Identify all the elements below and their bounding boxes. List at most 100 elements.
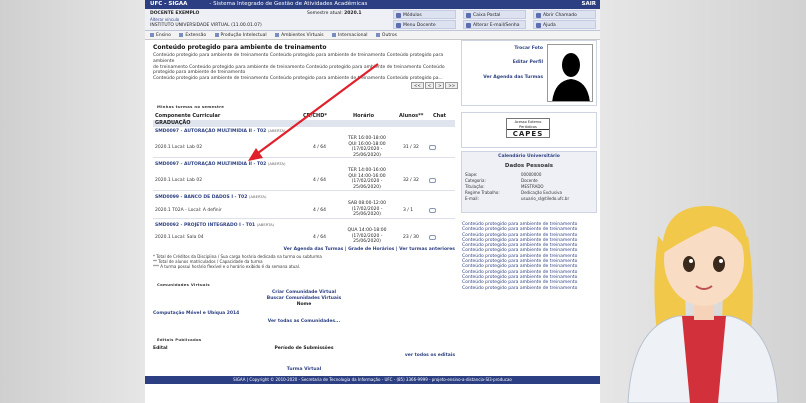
- tab-ambientes[interactable]: Ambientes Virtuais: [275, 33, 324, 38]
- community-col-name: Nome: [296, 302, 312, 307]
- row-divider: [153, 190, 455, 191]
- search-community-link[interactable]: Buscar Comunidades Virtuais: [153, 296, 455, 301]
- main-menu: Ensino Extensão Produção Intelectual Amb…: [145, 31, 600, 40]
- table-row: SMD0099 - BANCO DE DADOS I - T02 (ABERTA…: [153, 194, 455, 217]
- turmas-header: Componente Curricular CR/CHD* Horário Al…: [153, 113, 455, 120]
- data-value: MESTRADO: [521, 184, 544, 189]
- user-info-bar: DOCENTE EXEMPLO Alterar vínculo INSTITUT…: [145, 9, 600, 31]
- table-row: SMD0092 - PROJETO INTEGRADO I - T01 (ABE…: [153, 222, 455, 245]
- pager-next[interactable]: >: [435, 82, 445, 89]
- course-schedule: TER 16:00-18:00 QUI 16:00-18:00 (17/02/2…: [339, 136, 395, 158]
- data-key: Titulação:: [465, 184, 485, 189]
- data-value: Docente: [521, 178, 538, 183]
- data-value: 00000000: [521, 172, 542, 177]
- data-key: Regime Trabalho:: [465, 190, 500, 195]
- system-subtitle: - Sistema Integrado de Gestão de Ativida…: [209, 1, 368, 7]
- table-row: SMD0097 - AUTORAÇÃO MULTIMIDIA II - T02 …: [153, 161, 455, 190]
- course-title[interactable]: SMD0092 - PROJETO INTEGRADO I - T01: [155, 223, 255, 228]
- all-editais-link[interactable]: ver todos os editais: [153, 353, 455, 358]
- notice-line: Conteúdo protegido para ambiente de trei…: [153, 53, 444, 64]
- capes-logo[interactable]: Acesso Externo Periódicos CAPES: [506, 118, 550, 138]
- semester-info: Semestre atual: 2020.1: [307, 11, 362, 16]
- data-row: E-mail: usuario_sI@tiledo.ufc.br: [465, 196, 595, 202]
- tab-producao[interactable]: Produção Intelectual: [215, 33, 267, 38]
- row-divider: [153, 218, 455, 219]
- col-alunos: Alunos**: [399, 113, 424, 119]
- data-key: E-mail:: [465, 196, 479, 201]
- sigaa-page: UFC - SIGAA - Sistema Integrado de Gestã…: [145, 0, 600, 403]
- course-schedule: TER 14:00-16:00 QUI 14:00-16:00 (17/02/2…: [339, 168, 395, 190]
- notice-line: de treinamento Conteúdo protegido para a…: [153, 64, 445, 76]
- chat-icon[interactable]: [429, 178, 436, 183]
- course-schedule: SAB 08:00-12:00 (17/02/2020 - 25/06/2020…: [339, 201, 395, 218]
- semester-label: Semestre atual:: [307, 11, 343, 16]
- agenda-link[interactable]: Ver Agenda das Turmas: [465, 75, 543, 80]
- help-link[interactable]: Ajuda: [533, 20, 596, 29]
- top-bar: UFC - SIGAA - Sistema Integrado de Gestã…: [145, 0, 600, 9]
- capes-brand: CAPES: [507, 129, 549, 138]
- open-ticket-link[interactable]: Abrir Chamado: [533, 10, 596, 19]
- tab-internacional[interactable]: Internacional: [332, 33, 367, 38]
- course-link[interactable]: SMD0099 - BANCO DE DADOS I - T02 (ABERTA…: [155, 194, 266, 200]
- col-horario: Horário: [353, 113, 375, 119]
- presenter-character: [627, 206, 779, 403]
- modules-link[interactable]: Módulos: [393, 10, 456, 19]
- mailbox-link[interactable]: Caixa Postal: [463, 10, 526, 19]
- course-ch: 4 / 64: [313, 208, 326, 213]
- all-communities-link[interactable]: Ver todas as Comunidades...: [153, 319, 455, 324]
- course-title[interactable]: SMD0097 - AUTORAÇÃO MULTIMIDIA II - T02: [155, 162, 266, 167]
- course-location: 2020.1 T02A - Local: A definir: [155, 208, 222, 213]
- teacher-menu-link[interactable]: Menu Docente: [393, 20, 456, 29]
- community-item[interactable]: Computação Móvel e Ubíqua 2014: [153, 311, 455, 316]
- chat-icon[interactable]: [429, 235, 436, 240]
- create-community-link[interactable]: Criar Comunidade Virtual: [153, 290, 455, 295]
- calendar-link[interactable]: Calendário Universitário: [461, 154, 597, 159]
- course-location: 2020.1 Local: Sala 04: [155, 235, 204, 240]
- notice-title: Conteúdo protegido para ambiente de trei…: [153, 44, 327, 51]
- course-title[interactable]: SMD0099 - BANCO DE DADOS I - T02: [155, 195, 247, 200]
- change-photo-link[interactable]: Trocar Foto: [465, 46, 543, 51]
- pager-last[interactable]: >>: [445, 82, 459, 89]
- notice-panel: Conteúdo protegido para ambiente de trei…: [153, 44, 455, 82]
- logout-link[interactable]: SAIR: [582, 0, 597, 9]
- sidebar-content-list: Conteúdo protegido para ambiente de trei…: [461, 222, 597, 291]
- change-email-link[interactable]: Alterar E-mail/Senha: [463, 20, 526, 29]
- course-schedule: QUA 14:00-18:00 (17/02/2020 - 25/06/2020…: [339, 228, 395, 245]
- schedule-line: 25/06/2020): [353, 212, 381, 217]
- course-location: 2020.1 Local: Lab 02: [155, 145, 203, 150]
- data-key: Siape:: [465, 172, 478, 177]
- page-footer: SIGAA | Copyright © 2010-2020 - Secretar…: [145, 376, 600, 384]
- chat-icon[interactable]: [429, 208, 436, 213]
- pager-first[interactable]: <<: [411, 82, 424, 89]
- tab-ensino[interactable]: Ensino: [150, 33, 171, 38]
- table-row: SMD0097 - AUTORAÇÃO MULTIMIDIA II - T02 …: [153, 128, 455, 158]
- group-graduacao: GRADUAÇÃO: [153, 120, 455, 127]
- turmas-footer-links[interactable]: Ver Agenda das Turmas | Grade de Horário…: [153, 247, 455, 252]
- course-status: (ABERTA): [248, 194, 267, 199]
- data-value: usuario_sI@tiledo.ufc.br: [521, 196, 570, 201]
- edit-profile-link[interactable]: Editar Perfil: [465, 60, 543, 65]
- user-institute: INSTITUTO UNIVERSIDADE VIRTUAL (11.00.01…: [150, 23, 262, 28]
- col-componente: Componente Curricular: [155, 113, 221, 119]
- pager-prev[interactable]: <: [424, 82, 435, 89]
- tab-outros[interactable]: Outros: [376, 33, 397, 38]
- course-link[interactable]: SMD0097 - AUTORAÇÃO MULTIMIDIA II - T02 …: [155, 161, 285, 167]
- course-location: 2020.1 Local: Lab 02: [155, 178, 203, 183]
- chat-icon[interactable]: [429, 145, 436, 150]
- system-title: UFC - SIGAA: [150, 1, 188, 7]
- course-students: 32 / 32: [403, 178, 419, 183]
- avatar[interactable]: [547, 44, 593, 102]
- data-value: Dedicação Exclusiva: [521, 190, 562, 195]
- course-ch: 4 / 64: [313, 235, 326, 240]
- turma-virtual-link[interactable]: Turma Virtual: [153, 367, 455, 372]
- course-link[interactable]: SMD0097 - AUTORAÇÃO MULTIMIDIA II - T02 …: [155, 128, 285, 134]
- user-block: DOCENTE EXEMPLO Alterar vínculo INSTITUT…: [150, 11, 262, 29]
- data-key: Categoria:: [465, 178, 486, 183]
- col-chat: Chat: [433, 113, 446, 119]
- tab-extensao[interactable]: Extensão: [179, 33, 206, 38]
- course-title[interactable]: SMD0097 - AUTORAÇÃO MULTIMIDIA II - T02: [155, 129, 266, 134]
- row-divider: [153, 157, 455, 158]
- course-ch: 4 / 64: [313, 145, 326, 150]
- editais-col-periodo: Período de Submissões: [274, 346, 334, 351]
- course-link[interactable]: SMD0092 - PROJETO INTEGRADO I - T01 (ABE…: [155, 222, 274, 228]
